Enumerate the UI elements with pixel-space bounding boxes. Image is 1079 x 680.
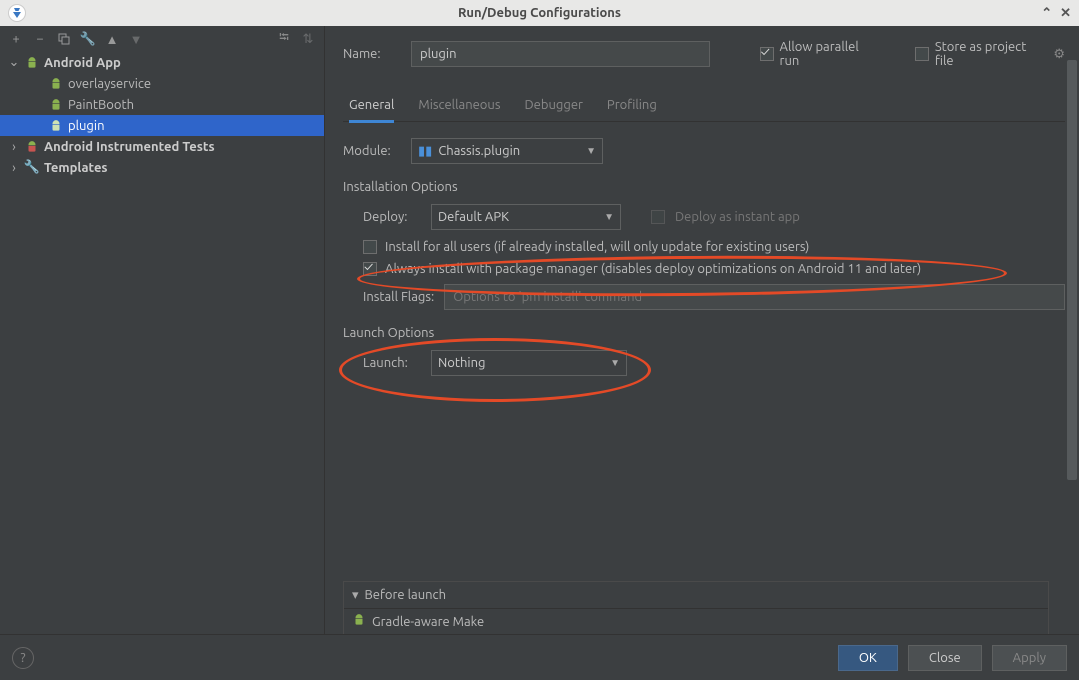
chevron-right-icon[interactable]: › <box>8 140 20 154</box>
app-logo-icon <box>8 4 26 22</box>
chevron-down-icon: ▼ <box>610 357 620 369</box>
sidebar-toolbar: + − 🔧 ▲ ▼ ⭾ ⇅ <box>0 26 324 52</box>
install-all-users-label: Install for all users (if already instal… <box>385 240 809 254</box>
move-down-icon[interactable]: ▼ <box>128 31 144 47</box>
tab-general[interactable]: General <box>349 90 394 123</box>
launch-label: Launch: <box>363 356 421 370</box>
launch-select[interactable]: Nothing ▼ <box>431 350 627 376</box>
gear-icon[interactable]: ⚙ <box>1053 47 1065 62</box>
allow-parallel-checkbox[interactable] <box>760 47 774 61</box>
always-pm-label: Always install with package manager (dis… <box>385 262 921 276</box>
chevron-down-icon: ▼ <box>586 145 596 157</box>
before-launch-task: Gradle-aware Make <box>372 615 484 629</box>
tree-node-instrumented[interactable]: › Android Instrumented Tests <box>0 136 324 157</box>
deploy-instant-label: Deploy as instant app <box>675 210 800 224</box>
deploy-instant-checkbox[interactable] <box>651 210 665 224</box>
wrench-icon: 🔧 <box>24 160 40 176</box>
add-icon[interactable]: + <box>8 31 24 47</box>
window-title: Run/Debug Configurations <box>458 6 621 20</box>
move-up-icon[interactable]: ▲ <box>104 31 120 47</box>
android-test-icon <box>24 139 40 155</box>
apply-button[interactable]: Apply <box>992 645 1067 671</box>
title-bar: Run/Debug Configurations ⌃ ✕ <box>0 0 1079 26</box>
android-icon <box>48 97 64 113</box>
collapse-icon[interactable]: ⇅ <box>300 31 316 47</box>
tab-miscellaneous[interactable]: Miscellaneous <box>418 90 500 121</box>
chevron-right-icon[interactable]: › <box>8 161 20 175</box>
close-button[interactable]: Close <box>908 645 982 671</box>
android-icon <box>24 55 40 71</box>
window-close-icon[interactable]: ✕ <box>1060 6 1071 21</box>
always-pm-checkbox[interactable] <box>363 262 377 276</box>
config-tabs: General Miscellaneous Debugger Profiling <box>343 90 1065 122</box>
dialog-footer: ? OK Close Apply <box>0 634 1079 680</box>
chevron-down-icon[interactable]: ▾ <box>352 588 359 603</box>
launch-options-heading: Launch Options <box>343 326 1065 340</box>
help-button[interactable]: ? <box>12 647 34 669</box>
configurations-sidebar: + − 🔧 ▲ ▼ ⭾ ⇅ ⌄ Android App overlayservi… <box>0 26 325 634</box>
android-icon <box>48 118 64 134</box>
chevron-down-icon: ▼ <box>604 211 614 223</box>
before-launch-panel: ▾ Before launch Gradle-aware Make <box>343 581 1049 634</box>
window-minimize-icon[interactable]: ⌃ <box>1041 6 1052 21</box>
store-project-checkbox[interactable] <box>915 47 929 61</box>
expand-icon[interactable]: ⭾ <box>276 31 292 47</box>
name-label: Name: <box>343 47 401 61</box>
tree-node-templates[interactable]: › 🔧 Templates <box>0 157 324 178</box>
install-all-users-checkbox[interactable] <box>363 240 377 254</box>
installation-options-heading: Installation Options <box>343 180 1065 194</box>
tab-debugger[interactable]: Debugger <box>524 90 582 121</box>
tree-node-overlayservice[interactable]: overlayservice <box>0 73 324 94</box>
deploy-select[interactable]: Default APK ▼ <box>431 204 621 230</box>
store-project-label: Store as project file <box>935 40 1047 68</box>
before-launch-heading: Before launch <box>365 588 446 602</box>
module-icon: ▮▮ <box>418 144 432 159</box>
content-scrollbar[interactable] <box>1067 60 1077 634</box>
install-flags-label: Install Flags: <box>363 290 434 304</box>
name-field[interactable]: plugin <box>411 41 710 67</box>
config-tree: ⌄ Android App overlayservice PaintBooth … <box>0 52 324 634</box>
gradle-icon <box>352 613 366 630</box>
android-icon <box>48 76 64 92</box>
tree-node-plugin[interactable]: plugin <box>0 115 324 136</box>
allow-parallel-label: Allow parallel run <box>780 40 881 68</box>
tree-node-paintbooth[interactable]: PaintBooth <box>0 94 324 115</box>
chevron-down-icon[interactable]: ⌄ <box>8 55 20 70</box>
tree-node-android-app[interactable]: ⌄ Android App <box>0 52 324 73</box>
remove-icon[interactable]: − <box>32 31 48 47</box>
module-select[interactable]: ▮▮ Chassis.plugin ▼ <box>411 138 603 164</box>
deploy-label: Deploy: <box>363 210 421 224</box>
tab-profiling[interactable]: Profiling <box>607 90 657 121</box>
copy-icon[interactable] <box>56 31 72 47</box>
wrench-icon[interactable]: 🔧 <box>80 31 96 47</box>
ok-button[interactable]: OK <box>838 645 898 671</box>
install-flags-field[interactable]: Options to 'pm install' command <box>444 284 1065 310</box>
config-form: Name: plugin Allow parallel run Store as… <box>325 26 1079 634</box>
module-label: Module: <box>343 144 401 158</box>
